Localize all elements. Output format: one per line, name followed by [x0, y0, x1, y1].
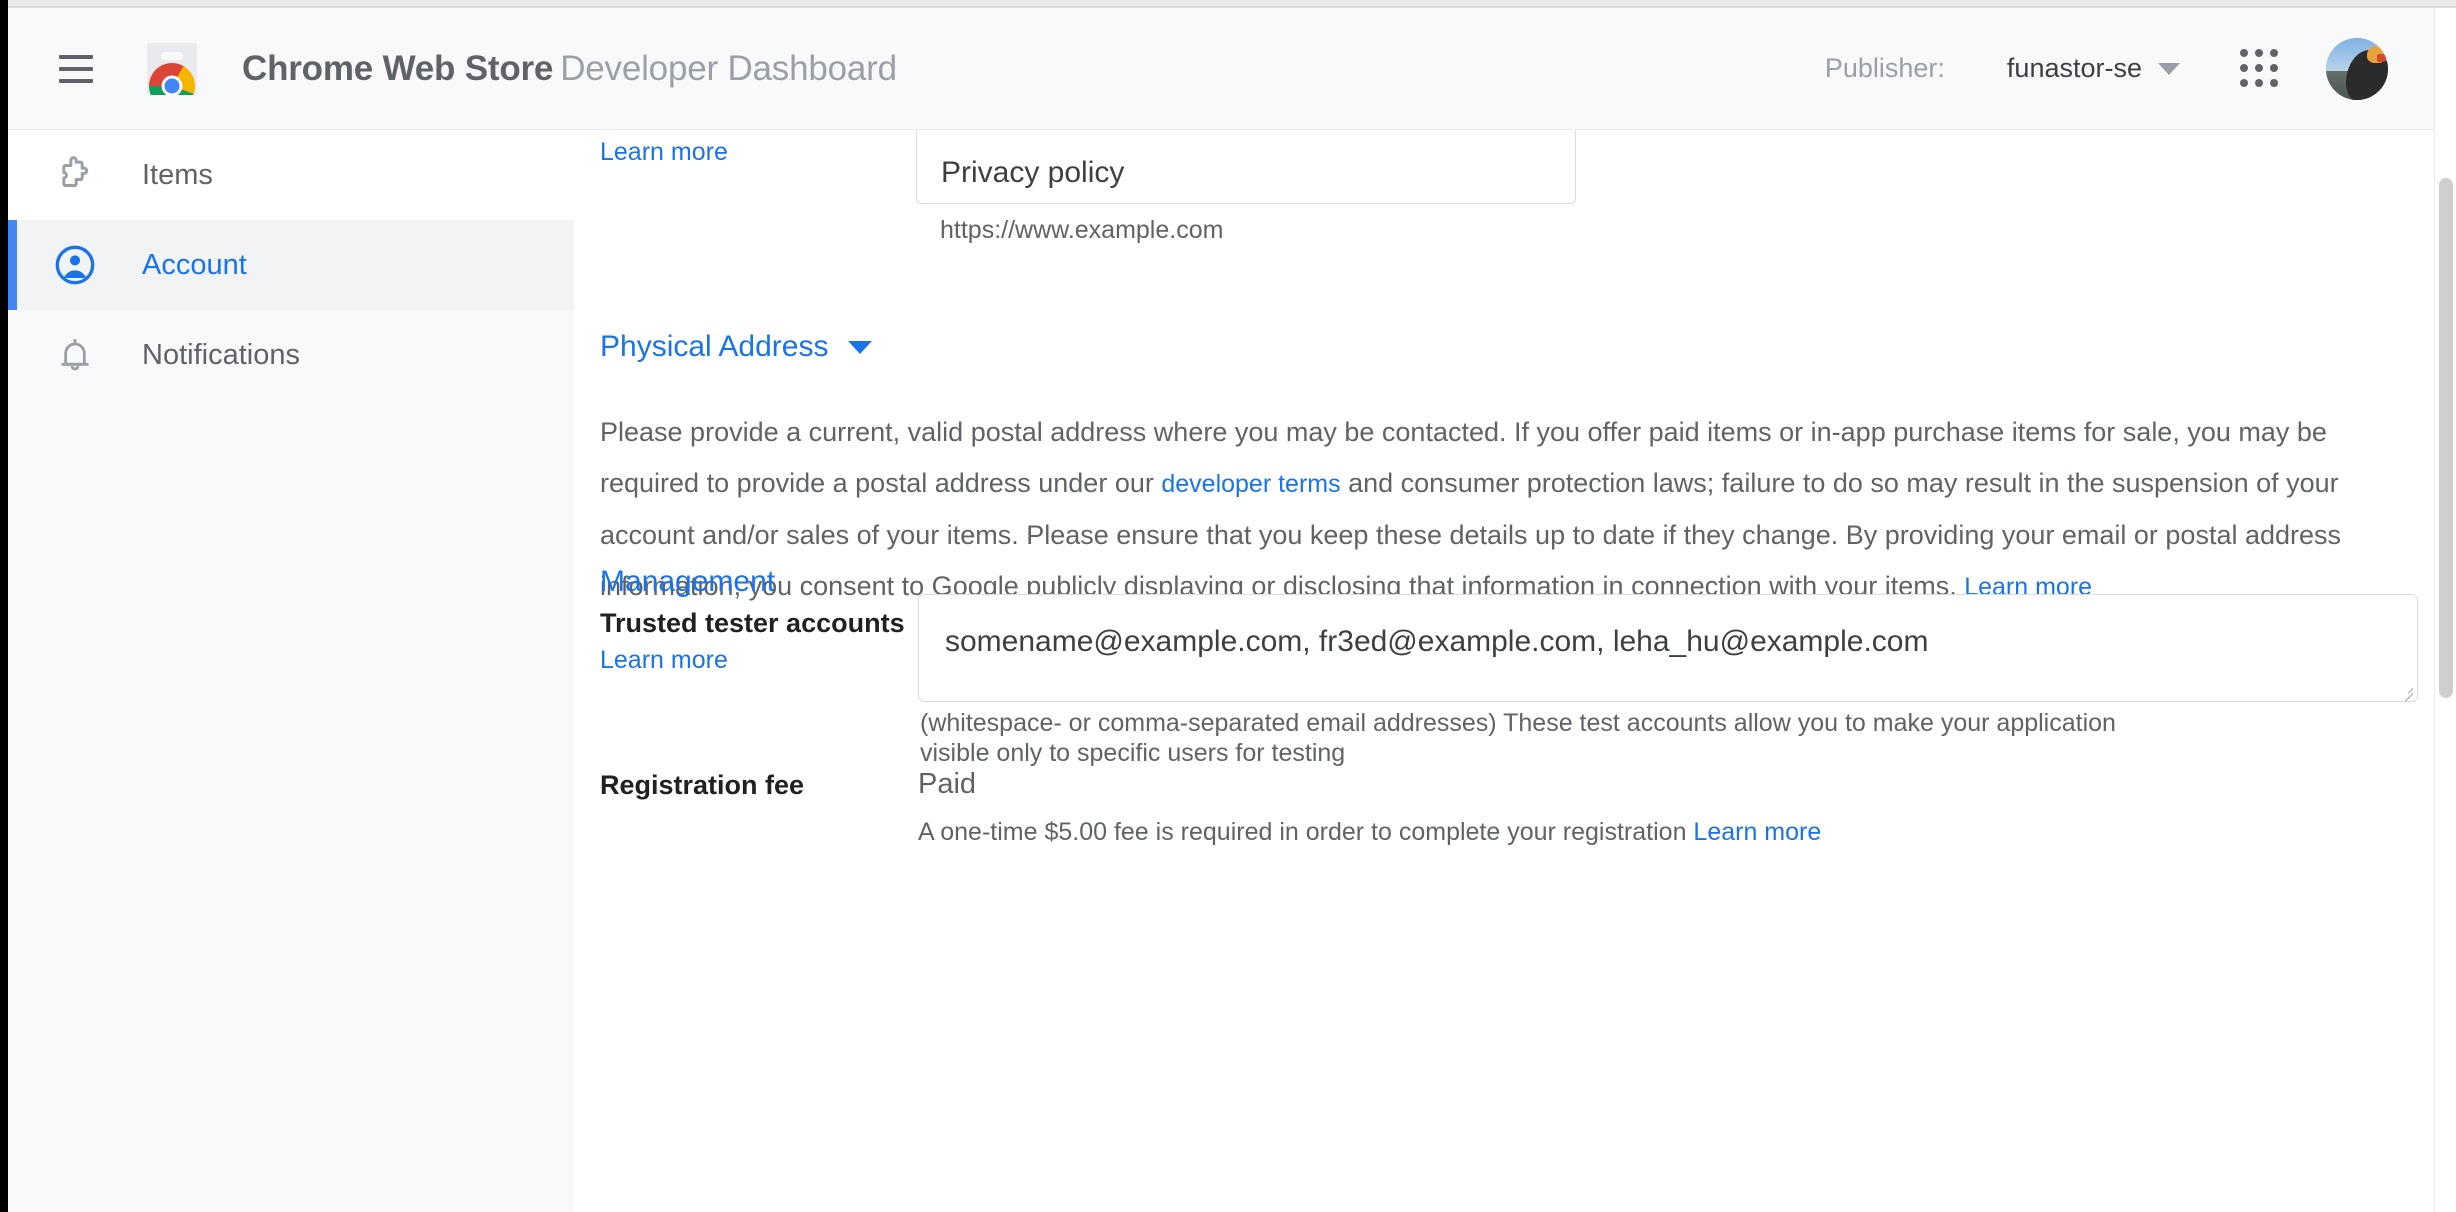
section-header-physical-address[interactable]: Physical Address [600, 330, 873, 364]
chrome-icon-center [161, 75, 183, 95]
account-circle-icon [52, 242, 98, 288]
page-scrollbar-thumb[interactable] [2439, 178, 2453, 698]
registration-fee-value: Paid [918, 768, 977, 800]
sidebar-item-items[interactable]: Items [8, 130, 574, 220]
publisher-label: Publisher: [1824, 53, 1945, 83]
registration-fee-note: A one-time $5.00 fee is required in orde… [918, 818, 1821, 847]
bag-handle-shape [161, 51, 183, 60]
window-left-edge [0, 0, 8, 1212]
registration-fee-note-text: A one-time $5.00 fee is required in orde… [918, 818, 1694, 846]
textarea-resize-handle[interactable] [2398, 683, 2414, 699]
registration-fee-label: Registration fee [600, 770, 805, 800]
avatar[interactable] [2326, 37, 2388, 100]
google-apps-grid-icon[interactable] [2240, 48, 2280, 89]
brand-name: Chrome Web Store [242, 48, 554, 88]
chrome-icon [149, 62, 195, 95]
trusted-tester-learn-more-link[interactable]: Learn more [600, 646, 728, 675]
sidebar-item-account[interactable]: Account [8, 220, 574, 310]
chrome-web-store-logo [144, 41, 200, 97]
section-header-label: Management [600, 565, 776, 598]
trusted-tester-hint: (whitespace- or comma-separated email ad… [920, 709, 2116, 767]
privacy-learn-more-link[interactable]: Learn more [600, 138, 728, 166]
chevron-down-icon[interactable] [848, 340, 873, 354]
trusted-tester-textarea[interactable]: somename@example.com, fr3ed@example.com,… [918, 594, 2418, 702]
window-top-edge-inner [8, 0, 2456, 6]
section-header-label: Physical Address [600, 330, 829, 363]
sidebar-item-label: Account [142, 248, 247, 281]
chevron-down-icon[interactable] [2158, 62, 2180, 75]
publisher-selector-value[interactable]: funastor-se [2007, 53, 2142, 84]
app-window: Chrome Web Store Developer Dashboard Publ… [0, 0, 2456, 1212]
sidebar-item-label: Notifications [142, 338, 300, 371]
registration-fee-learn-more-link[interactable]: Learn more [1693, 818, 1821, 846]
sidebar-item-label: Items [142, 158, 213, 191]
page-title: Chrome Web Store Developer Dashboard [242, 49, 897, 89]
sidebar-item-notifications[interactable]: Notifications [8, 310, 574, 400]
physical-address-description: Please provide a current, valid postal a… [600, 407, 2396, 613]
app-bar: Chrome Web Store Developer Dashboard Publ… [8, 8, 2434, 130]
sidebar: Items Account Notifications [8, 130, 574, 1212]
bell-icon [52, 332, 98, 378]
app-bar-right-group: Publisher: funastor-se [1824, 37, 2388, 100]
section-header-management[interactable]: Management [600, 565, 775, 599]
avatar-bird-beak [2377, 53, 2387, 62]
developer-terms-link[interactable]: developer terms [1161, 470, 1340, 498]
hamburger-menu-icon[interactable] [52, 45, 100, 93]
trusted-tester-label: Trusted tester accounts [600, 608, 905, 638]
puzzle-piece-icon [52, 152, 98, 198]
main-content: Learn more Privacy policy https://www.ex… [574, 94, 2434, 1212]
page-scrollbar[interactable] [2434, 8, 2456, 1212]
privacy-learn-more-row: Learn more [600, 138, 728, 167]
privacy-policy-hint: https://www.example.com [940, 216, 1224, 244]
shopping-bag-shape [147, 42, 197, 95]
trusted-tester-value: somename@example.com, fr3ed@example.com,… [945, 625, 1929, 658]
brand-subtitle: Developer Dashboard [560, 48, 897, 88]
